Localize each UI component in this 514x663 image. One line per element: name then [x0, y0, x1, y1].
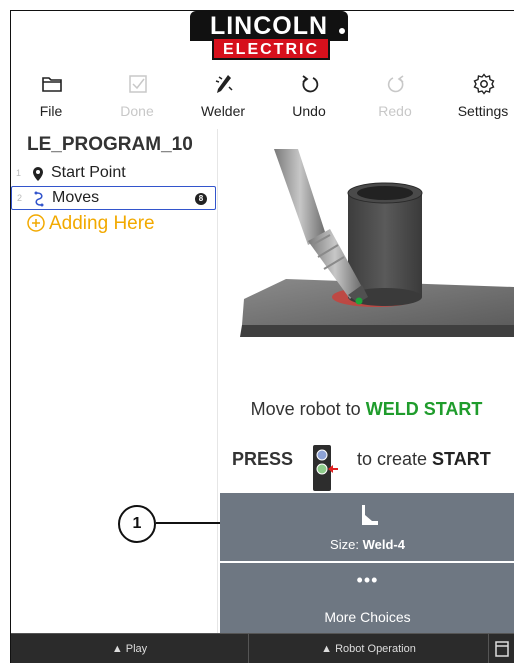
bottom-bar: ▲ Play ▲ Robot Operation	[11, 633, 514, 663]
logo-line1: LINCOLN	[190, 11, 348, 41]
callout-leader-line	[156, 522, 220, 524]
adding-here-label: Adding Here	[49, 213, 155, 234]
instruction-start: START	[432, 449, 491, 469]
gear-icon	[473, 73, 495, 95]
instruction-prefix: Move robot to	[250, 399, 366, 419]
instruction-weld-start: WELD START	[365, 399, 483, 419]
move-count-badge: 8	[195, 193, 207, 205]
step-start-point[interactable]: 1 Start Point	[11, 162, 216, 186]
callout-number: 1	[118, 505, 156, 543]
instruction-create: to create START	[357, 449, 491, 470]
welder-button[interactable]: Welder	[183, 67, 263, 129]
teach-pendant-button-icon	[313, 445, 338, 491]
play-button[interactable]: ▲ Play	[11, 634, 249, 663]
welder-button-label: Welder	[200, 103, 246, 119]
settings-button-label: Settings	[457, 103, 509, 119]
lincoln-electric-logo: LINCOLN ELECTRIC	[190, 11, 348, 61]
step-number: 1	[16, 168, 22, 178]
undo-button[interactable]: Undo	[269, 67, 349, 129]
toolbar: File Done Welder Undo Redo Settings	[11, 67, 514, 129]
undo-icon	[302, 75, 319, 93]
redo-button[interactable]: Redo	[355, 67, 435, 129]
fillet-weld-icon	[362, 505, 378, 525]
step-moves[interactable]: 2 Moves 8	[11, 186, 216, 210]
more-choices-label: More Choices	[324, 609, 411, 625]
instruction-press: PRESS	[232, 449, 294, 469]
plus-circle-icon	[27, 214, 45, 232]
settings-button[interactable]: Settings	[443, 67, 514, 129]
weld-start-illustration	[240, 149, 514, 337]
logo-line2: ELECTRIC	[212, 39, 330, 60]
step-label: Moves	[52, 189, 100, 206]
undo-button-label: Undo	[292, 103, 326, 119]
redo-button-label: Redo	[378, 103, 412, 119]
window-icon	[495, 641, 509, 657]
file-button[interactable]: File	[11, 67, 91, 129]
adding-here-indicator[interactable]: Adding Here	[27, 213, 155, 235]
more-dots-icon: •••	[356, 570, 379, 590]
app-frame: LINCOLN ELECTRIC File Done Welder Undo R…	[10, 10, 514, 663]
instruction-middle: to create	[357, 449, 433, 469]
redo-icon	[387, 75, 404, 93]
robot-operation-button[interactable]: ▲ Robot Operation	[249, 634, 489, 663]
program-title: LE_PROGRAM_10	[27, 134, 193, 155]
size-value: Weld-4	[362, 537, 405, 552]
map-pin-icon	[33, 167, 43, 181]
welder-torch-icon	[215, 75, 233, 93]
step-number: 2	[17, 193, 23, 203]
checkbox-icon	[129, 75, 147, 93]
folder-icon	[42, 77, 62, 92]
window-toggle-button[interactable]	[489, 634, 514, 663]
file-button-label: File	[39, 103, 63, 119]
step-label: Start Point	[51, 164, 126, 181]
path-icon	[34, 191, 44, 207]
done-button[interactable]: Done	[97, 67, 177, 129]
more-choices-button[interactable]: ••• More Choices	[220, 563, 514, 633]
weld-size-label: Size: Weld-4	[220, 537, 514, 552]
size-prefix: Size:	[330, 537, 363, 552]
instruction-line-1: Move robot to WELD START	[218, 399, 514, 420]
registered-mark-icon	[338, 27, 346, 35]
done-button-label: Done	[120, 103, 154, 119]
main-content: Move robot to WELD START PRESS to create…	[218, 129, 514, 634]
weld-size-button[interactable]: Size: Weld-4	[220, 493, 514, 561]
program-panel: LE_PROGRAM_10 1 Start Point 2 Moves 8 Ad…	[11, 129, 218, 634]
